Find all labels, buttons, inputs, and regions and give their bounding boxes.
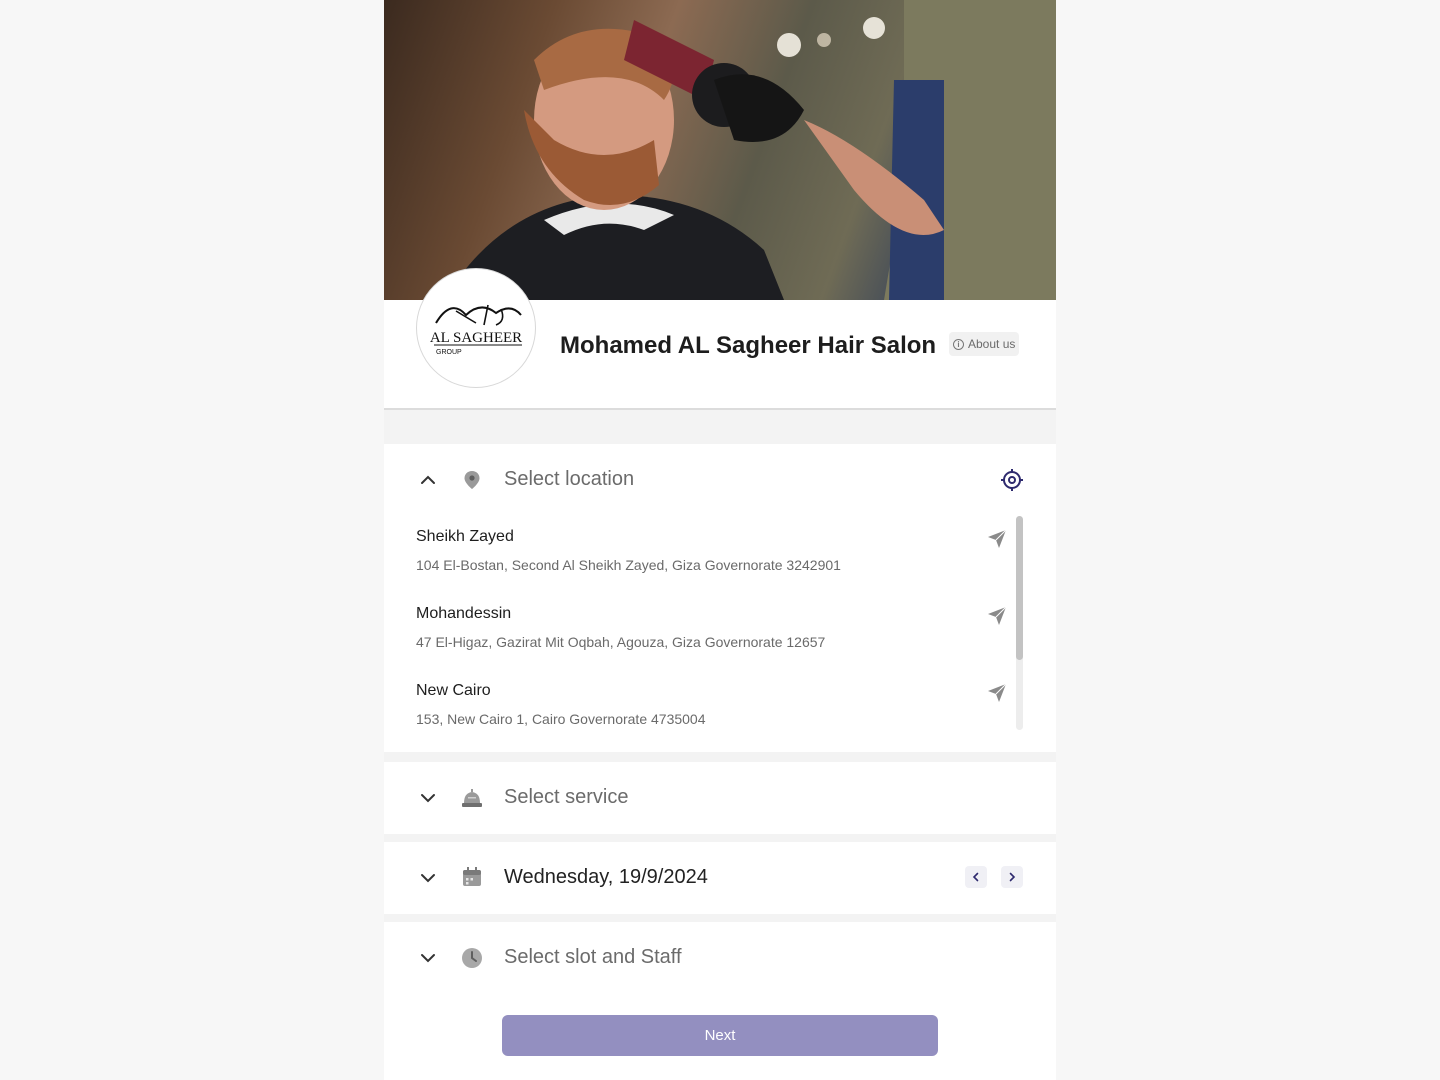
service-bell-icon bbox=[462, 789, 482, 807]
salon-name: Mohamed AL Sagheer Hair Salon bbox=[560, 332, 937, 359]
location-item[interactable]: Sheikh Zayed 104 El-Bostan, Second Al Sh… bbox=[416, 516, 1007, 593]
map-pin-icon bbox=[464, 471, 480, 489]
navigation-arrow-icon[interactable] bbox=[986, 682, 1008, 704]
location-panel-header[interactable]: Select location bbox=[384, 444, 1056, 516]
service-title: Select service bbox=[504, 786, 629, 808]
location-item[interactable]: New Cairo 153, New Cairo 1, Cairo Govern… bbox=[416, 670, 1007, 730]
location-item[interactable]: Mohandessin 47 El-Higaz, Gazirat Mit Oqb… bbox=[416, 593, 1007, 670]
info-icon: i bbox=[953, 338, 964, 350]
location-panel: Select location Sheikh Zayed 104 El-Bost… bbox=[384, 444, 1056, 752]
location-name: Mohandessin bbox=[416, 605, 512, 622]
svg-text:GROUP: GROUP bbox=[436, 349, 462, 356]
about-us-button[interactable]: i About us bbox=[949, 332, 1020, 356]
location-name: Sheikh Zayed bbox=[416, 528, 514, 545]
selected-date: Wednesday, 19/9/2024 bbox=[504, 866, 708, 888]
navigation-arrow-icon[interactable] bbox=[986, 528, 1008, 550]
barber-photo bbox=[444, 0, 1056, 300]
location-address: 153, New Cairo 1, Cairo Governorate 4735… bbox=[416, 711, 706, 727]
service-panel[interactable]: Select service bbox=[384, 762, 1056, 834]
al-sagheer-logo-icon: AL SAGHEER GROUP bbox=[430, 304, 522, 356]
chevron-right-icon bbox=[1009, 872, 1016, 882]
location-list: Sheikh Zayed 104 El-Bostan, Second Al Sh… bbox=[384, 516, 1056, 730]
hero-image bbox=[384, 0, 1056, 300]
crosshair-icon[interactable] bbox=[1000, 468, 1024, 492]
location-name: New Cairo bbox=[416, 682, 491, 699]
calendar-icon bbox=[463, 867, 481, 886]
location-address: 104 El-Bostan, Second Al Sheikh Zayed, G… bbox=[416, 557, 841, 573]
chevron-down-icon[interactable] bbox=[418, 868, 438, 888]
scrollbar-thumb[interactable] bbox=[1016, 516, 1023, 660]
chevron-left-icon bbox=[972, 872, 979, 882]
next-button[interactable]: Next bbox=[502, 1015, 938, 1056]
booking-page: AL SAGHEER GROUP Mohamed AL Sagheer Hair… bbox=[384, 0, 1056, 1080]
slot-panel: Select slot and Staff bbox=[384, 922, 1056, 1080]
chevron-down-icon[interactable] bbox=[418, 948, 438, 968]
location-address: 47 El-Higaz, Gazirat Mit Oqbah, Agouza, … bbox=[416, 634, 826, 650]
chevron-down-icon[interactable] bbox=[418, 788, 438, 808]
previous-date-button[interactable] bbox=[965, 866, 987, 888]
about-us-label: About us bbox=[968, 337, 1016, 351]
salon-header: AL SAGHEER GROUP Mohamed AL Sagheer Hair… bbox=[384, 268, 1056, 410]
slot-panel-header[interactable]: Select slot and Staff bbox=[384, 922, 1056, 994]
clock-icon bbox=[462, 948, 482, 968]
next-date-button[interactable] bbox=[1001, 866, 1023, 888]
chevron-up-icon[interactable] bbox=[418, 470, 438, 490]
slot-title: Select slot and Staff bbox=[504, 946, 682, 968]
svg-text:AL SAGHEER: AL SAGHEER bbox=[430, 330, 522, 346]
navigation-arrow-icon[interactable] bbox=[986, 605, 1008, 627]
date-panel[interactable]: Wednesday, 19/9/2024 bbox=[384, 842, 1056, 914]
location-title: Select location bbox=[504, 468, 635, 490]
salon-logo: AL SAGHEER GROUP bbox=[416, 268, 536, 388]
